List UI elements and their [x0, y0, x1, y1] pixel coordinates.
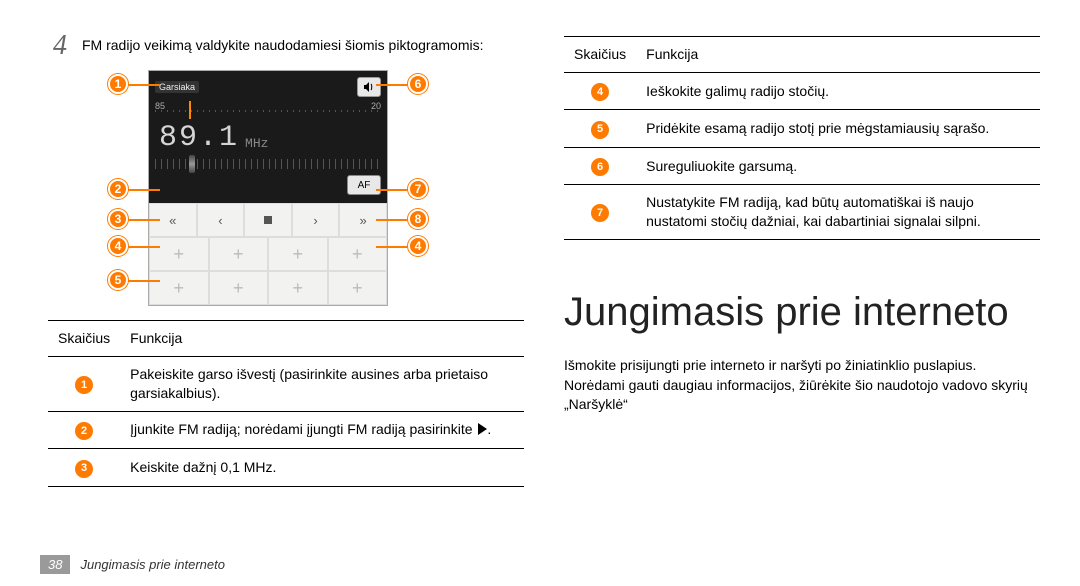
callout-7: 7	[408, 179, 428, 199]
preset-row-1: + + + +	[149, 237, 387, 271]
callout-8: 8	[408, 209, 428, 229]
play-icon	[478, 423, 487, 435]
col-function: Funkcija	[120, 321, 524, 357]
col-number: Skaičius	[564, 37, 636, 73]
volume-icon	[357, 77, 381, 97]
col-number: Skaičius	[48, 321, 120, 357]
tune-controls: « ‹ › »	[149, 203, 387, 237]
page-title: Jungimasis prie interneto	[564, 290, 1040, 334]
callout-2: 2	[108, 179, 128, 199]
radio-illustration: 1 2 3 4 5 6 7 8 4 Garsiaka 852	[108, 70, 428, 306]
table-row: 6 Sureguliuokite garsumą.	[564, 147, 1040, 184]
output-label: Garsiaka	[155, 81, 199, 93]
table-row: 7 Nustatykite FM radiją, kad būtų automa…	[564, 185, 1040, 240]
callout-4r: 4	[408, 236, 428, 256]
frequency-value: 89.1	[159, 121, 239, 155]
page-number: 38	[40, 555, 70, 574]
table-row: 2 Įjunkite FM radiją; norėdami įjungti F…	[48, 411, 524, 448]
step-fwd-icon: ›	[292, 203, 340, 237]
section-name: Jungimasis prie interneto	[80, 557, 225, 572]
function-table-a: Skaičius Funkcija 1 Pakeiskite garso išv…	[48, 320, 524, 487]
table-row: 4 Ieškokite galimų radijo stočių.	[564, 72, 1040, 109]
callout-5: 5	[108, 270, 128, 290]
callout-6: 6	[408, 74, 428, 94]
af-button: AF	[347, 175, 381, 195]
table-row: 1 Pakeiskite garso išvestį (pasirinkite …	[48, 356, 524, 411]
callout-3: 3	[108, 209, 128, 229]
step-number: 4	[48, 32, 72, 60]
function-table-b: Skaičius Funkcija 4 Ieškokite galimų rad…	[564, 36, 1040, 240]
callout-4: 4	[108, 236, 128, 256]
frequency-unit: MHz	[245, 136, 268, 155]
intro-text: Išmokite prisijungti prie interneto ir n…	[564, 356, 1040, 415]
stop-icon	[244, 203, 292, 237]
step-back-icon: ‹	[197, 203, 245, 237]
col-function: Funkcija	[636, 37, 1040, 73]
step-text: FM radijo veikimą valdykite naudodamiesi…	[82, 32, 483, 55]
preset-row-2: + + + +	[149, 271, 387, 305]
callout-1: 1	[108, 74, 128, 94]
table-row: 5 Pridėkite esamą radijo stotį prie mėgs…	[564, 110, 1040, 147]
page-footer: 38 Jungimasis prie interneto	[40, 555, 225, 574]
table-row: 3 Keiskite dažnį 0,1 MHz.	[48, 449, 524, 486]
step-4: 4 FM radijo veikimą valdykite naudodamie…	[48, 32, 524, 60]
